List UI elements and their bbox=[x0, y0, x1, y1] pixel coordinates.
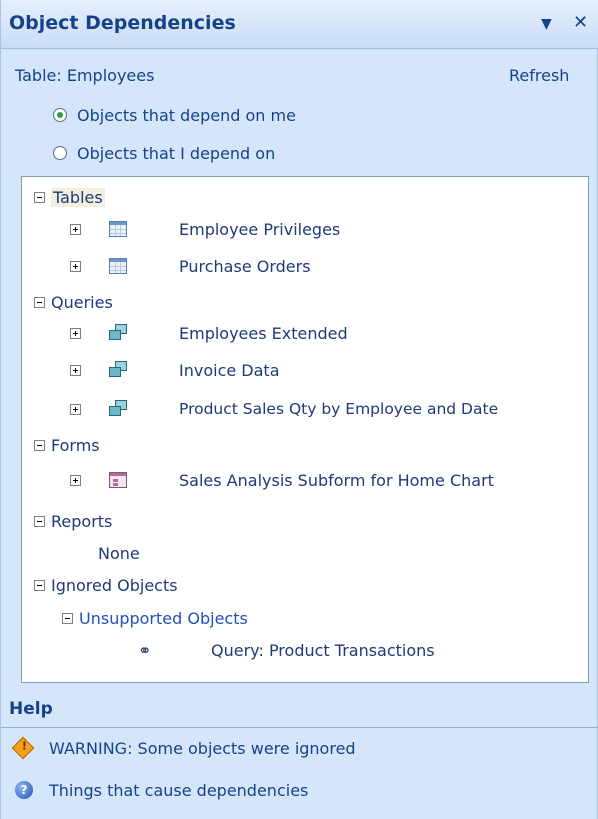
tree-item-label-wrap[interactable]: Product Sales Qty by Employee and Date bbox=[179, 397, 498, 421]
none-label: None bbox=[98, 543, 140, 563]
tree-item-label-wrap[interactable]: Query: Product Transactions bbox=[211, 638, 435, 662]
tree-group-tables[interactable]: Tables bbox=[34, 185, 105, 209]
tree-item[interactable] bbox=[70, 397, 87, 421]
tree-item-label-wrap[interactable]: Sales Analysis Subform for Home Chart bbox=[179, 468, 494, 492]
query-icon bbox=[109, 324, 127, 342]
tree-item-label[interactable]: Product Sales Qty by Employee and Date bbox=[179, 400, 498, 418]
tree-item[interactable] bbox=[70, 321, 87, 345]
form-icon bbox=[109, 472, 127, 488]
collapse-toggle-icon[interactable] bbox=[34, 191, 45, 203]
tree-group-reports[interactable]: Reports bbox=[34, 509, 112, 533]
radio-i-depend-on[interactable]: Objects that I depend on bbox=[53, 141, 275, 165]
help-link-label[interactable]: Things that cause dependencies bbox=[49, 781, 308, 800]
table-icon bbox=[109, 221, 127, 237]
tree-item-label[interactable]: Purchase Orders bbox=[179, 257, 311, 276]
radio-button-unchecked[interactable] bbox=[53, 146, 67, 160]
radio-label: Objects that I depend on bbox=[77, 143, 276, 163]
expand-toggle-icon[interactable] bbox=[70, 474, 81, 486]
selected-object-label: Table: Employees bbox=[15, 66, 155, 85]
tree-item-label[interactable]: Employee Privileges bbox=[179, 220, 340, 239]
help-link-label[interactable]: WARNING: Some objects were ignored bbox=[49, 739, 356, 758]
close-icon[interactable]: ✕ bbox=[573, 12, 588, 33]
tree-item-label-wrap[interactable]: Employee Privileges bbox=[179, 217, 340, 241]
object-dependencies-pane: Object Dependencies ▼ ✕ Table: Employees… bbox=[0, 0, 598, 819]
tree-group-forms[interactable]: Forms bbox=[34, 433, 100, 457]
radio-label: Objects that depend on me bbox=[77, 105, 296, 125]
radio-depend-on-me[interactable]: Objects that depend on me bbox=[53, 103, 296, 127]
tree-item[interactable] bbox=[70, 254, 87, 278]
expand-toggle-icon[interactable] bbox=[70, 364, 81, 376]
help-dependencies-link[interactable]: ? Things that cause dependencies bbox=[15, 778, 308, 802]
tree-group-label: Tables bbox=[51, 187, 105, 207]
expand-toggle-icon[interactable] bbox=[70, 403, 81, 415]
tree-empty-item: None bbox=[98, 541, 140, 565]
warning-icon bbox=[11, 736, 35, 760]
tree-item-label[interactable]: Invoice Data bbox=[179, 361, 280, 380]
dependency-tree[interactable]: Tables Employee Privileges Purchase Orde… bbox=[21, 176, 589, 683]
collapse-toggle-icon[interactable] bbox=[34, 439, 45, 451]
tree-item-label[interactable]: Employees Extended bbox=[179, 324, 348, 343]
tree-item[interactable] bbox=[70, 358, 87, 382]
tree-group-ignored[interactable]: Ignored Objects bbox=[34, 573, 178, 597]
pane-title: Object Dependencies bbox=[9, 12, 236, 34]
tree-item-label-wrap[interactable]: Invoice Data bbox=[179, 358, 280, 382]
collapse-toggle-icon[interactable] bbox=[34, 579, 45, 591]
tree-item-label[interactable]: Query: Product Transactions bbox=[211, 641, 435, 660]
tree-subgroup-unsupported[interactable]: Unsupported Objects bbox=[62, 606, 248, 630]
link-icon: ⚭ bbox=[138, 641, 152, 660]
collapse-toggle-icon[interactable] bbox=[34, 296, 45, 308]
help-warning-link[interactable]: WARNING: Some objects were ignored bbox=[11, 736, 356, 760]
pane-title-bar: Object Dependencies ▼ ✕ bbox=[1, 0, 598, 49]
table-icon bbox=[109, 258, 127, 274]
refresh-link[interactable]: Refresh bbox=[509, 66, 569, 85]
tree-item[interactable] bbox=[70, 217, 87, 241]
tree-group-queries[interactable]: Queries bbox=[34, 290, 113, 314]
tree-group-label: Forms bbox=[51, 435, 100, 455]
tree-item-label-wrap[interactable]: Purchase Orders bbox=[179, 254, 311, 278]
tree-group-label: Reports bbox=[51, 511, 113, 531]
help-icon: ? bbox=[15, 781, 33, 799]
query-icon bbox=[109, 400, 127, 418]
tree-item[interactable] bbox=[70, 468, 87, 492]
expand-toggle-icon[interactable] bbox=[70, 260, 81, 272]
collapse-toggle-icon[interactable] bbox=[62, 612, 73, 624]
tree-group-label: Queries bbox=[51, 292, 113, 312]
tree-item-label-wrap[interactable]: Employees Extended bbox=[179, 321, 348, 345]
expand-toggle-icon[interactable] bbox=[70, 327, 81, 339]
pane-options-dropdown-icon[interactable]: ▼ bbox=[541, 16, 552, 32]
collapse-toggle-icon[interactable] bbox=[34, 515, 45, 527]
help-section-header: Help bbox=[1, 693, 598, 728]
tree-subgroup-label: Unsupported Objects bbox=[79, 608, 248, 628]
help-heading: Help bbox=[9, 699, 53, 719]
tree-group-label: Ignored Objects bbox=[51, 575, 178, 595]
radio-button-checked[interactable] bbox=[53, 108, 67, 122]
query-icon bbox=[109, 361, 127, 379]
expand-toggle-icon[interactable] bbox=[70, 223, 81, 235]
tree-item-label[interactable]: Sales Analysis Subform for Home Chart bbox=[179, 471, 494, 490]
